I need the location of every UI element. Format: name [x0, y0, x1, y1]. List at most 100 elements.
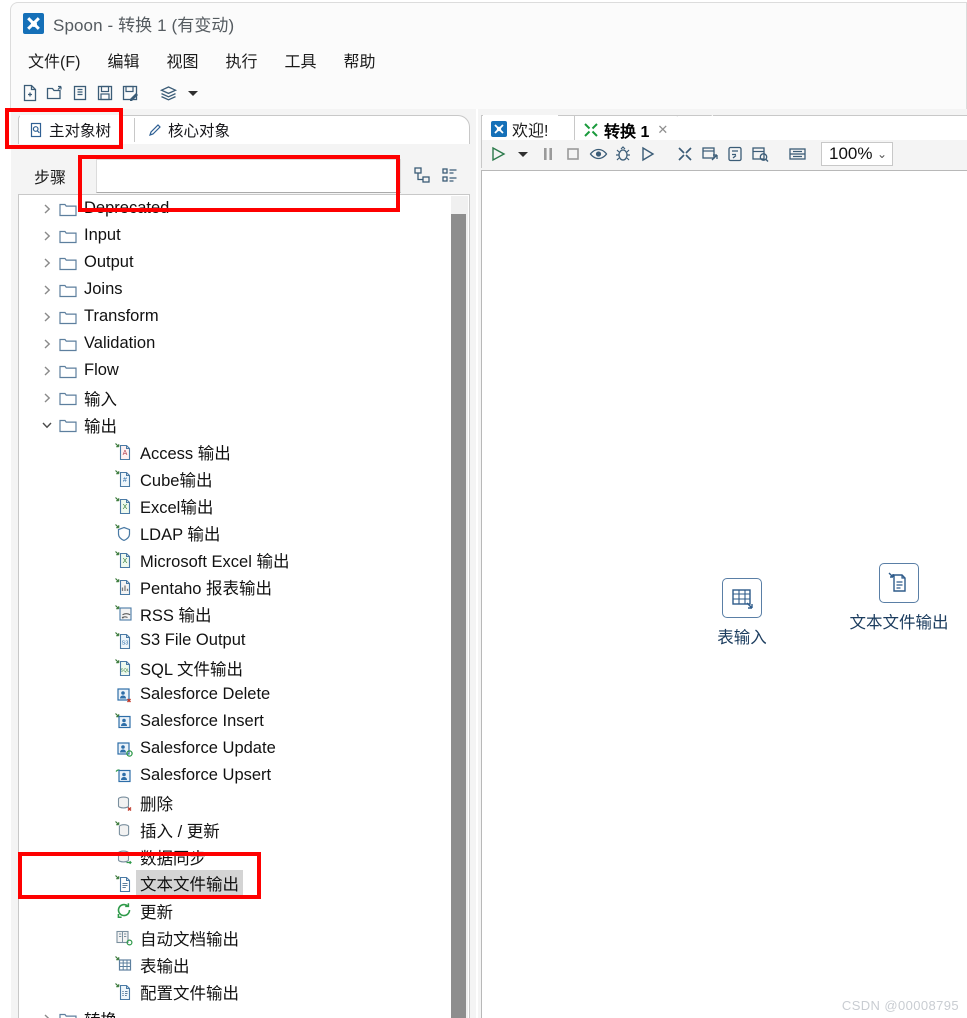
tree-item[interactable]: 表输出	[19, 951, 451, 978]
menu-view[interactable]: 视图	[166, 48, 198, 72]
steps-tree[interactable]: Deprecated Input Output Joins Transform Valid…	[18, 194, 470, 1018]
tab-transformation-1[interactable]: 转换 1 ✕	[574, 115, 679, 143]
tree-item[interactable]: 数据同步	[19, 843, 451, 870]
tree-item[interactable]: Pentaho 报表输出	[19, 573, 451, 600]
tree-item[interactable]: Flow	[19, 357, 451, 384]
chevron-down-icon[interactable]	[37, 411, 57, 438]
collapse-tree-icon[interactable]	[413, 166, 432, 185]
tree-item[interactable]: 输入	[19, 384, 451, 411]
transformation-icon[interactable]	[675, 144, 695, 164]
expand-list-icon[interactable]	[441, 166, 460, 185]
tree-item[interactable]: Output	[19, 249, 451, 276]
menu-help[interactable]: 帮助	[344, 48, 376, 72]
open-folder-icon[interactable]	[44, 82, 66, 104]
chevron-right-icon[interactable]	[37, 384, 57, 411]
chevron-right-icon[interactable]	[37, 222, 57, 249]
tree-item[interactable]: 输出	[19, 411, 451, 438]
tree-item[interactable]: Deprecated	[19, 195, 451, 222]
tree-item-label: SQL 文件输出	[140, 660, 243, 679]
dropdown-caret-icon[interactable]	[182, 82, 204, 104]
tree-header-label: 步骤	[34, 169, 67, 187]
tree-item[interactable]: X Microsoft Excel 输出	[19, 546, 451, 573]
canvas-node-text-file-output[interactable]: 文本文件输出	[834, 563, 964, 633]
replay-icon[interactable]	[638, 144, 658, 164]
tree-item[interactable]: Salesforce Delete	[19, 681, 451, 708]
tree-item[interactable]: # Cube输出	[19, 465, 451, 492]
tree-item[interactable]: A Access 输出	[19, 438, 451, 465]
search-input[interactable]	[96, 158, 401, 193]
chevron-down-icon[interactable]: ⌄	[877, 147, 887, 161]
sql-icon[interactable]	[725, 144, 745, 164]
tab-core-objects[interactable]: 核心对象	[139, 115, 241, 144]
tree-item[interactable]: Salesforce Update	[19, 735, 451, 762]
menu-bar: 文件(F) 编辑 视图 执行 工具 帮助	[10, 44, 967, 76]
salesforce-insert-icon	[113, 711, 135, 733]
tree-item[interactable]: Joins	[19, 276, 451, 303]
menu-edit[interactable]: 编辑	[107, 48, 139, 72]
preview-icon[interactable]	[588, 144, 608, 164]
tree-item[interactable]: Validation	[19, 330, 451, 357]
tree-item-label: 配置文件输出	[140, 984, 239, 1003]
save-icon[interactable]	[94, 82, 116, 104]
tree-item[interactable]: Salesforce Upsert	[19, 762, 451, 789]
transformation-canvas[interactable]: 表输入 文本文件输出 CSDN @00008795	[481, 170, 967, 1018]
svg-text:S3: S3	[122, 640, 129, 646]
tree-item[interactable]: SQL SQL 文件输出	[19, 654, 451, 681]
tree-scrollbar-thumb[interactable]	[451, 214, 466, 1018]
tab-main-object-tree-label: 主对象树	[49, 122, 112, 140]
chevron-right-icon[interactable]	[37, 276, 57, 303]
tree-item[interactable]: 删除	[19, 789, 451, 816]
tree-item[interactable]: 配置文件输出	[19, 978, 451, 1005]
tab-main-object-tree[interactable]: 主对象树	[20, 115, 123, 144]
stop-icon[interactable]	[563, 144, 583, 164]
tab-welcome[interactable]: 欢迎!	[483, 115, 559, 143]
tree-item[interactable]: 自动文档输出	[19, 924, 451, 951]
grid-icon[interactable]	[787, 144, 807, 164]
tree-item[interactable]: S3 S3 File Output	[19, 627, 451, 654]
zoom-level-select[interactable]: 100% ⌄	[821, 142, 893, 166]
chevron-right-icon[interactable]	[37, 195, 57, 222]
tree-item[interactable]: X Excel输出	[19, 492, 451, 519]
spoon-star-icon	[23, 13, 44, 34]
chevron-right-icon[interactable]	[37, 249, 57, 276]
chevron-right-icon[interactable]	[37, 303, 57, 330]
tree-scrollbar-track[interactable]	[451, 196, 468, 1018]
chevron-right-icon[interactable]	[37, 357, 57, 384]
close-icon[interactable]: ✕	[657, 122, 668, 138]
canvas-node-table-input[interactable]: 表输入	[677, 578, 807, 648]
tree-item[interactable]: Transform	[19, 303, 451, 330]
tree-item-label: RSS 输出	[140, 606, 212, 625]
database-delete-icon	[113, 792, 135, 814]
chevron-right-icon[interactable]	[37, 1005, 57, 1018]
menu-tools[interactable]: 工具	[284, 48, 316, 72]
new-file-icon[interactable]	[19, 82, 41, 104]
run-dropdown-caret-icon[interactable]	[513, 144, 533, 164]
tree-item[interactable]: 文本文件输出	[19, 870, 451, 897]
tree-item[interactable]: Salesforce Insert	[19, 708, 451, 735]
menu-file[interactable]: 文件(F)	[28, 48, 80, 72]
debug-icon[interactable]	[613, 144, 633, 164]
run-icon[interactable]	[488, 144, 508, 164]
tree-item[interactable]: LDAP 输出	[19, 519, 451, 546]
pause-icon[interactable]	[538, 144, 558, 164]
save-as-icon[interactable]	[119, 82, 141, 104]
tree-item[interactable]: Input	[19, 222, 451, 249]
tree-item[interactable]: 插入 / 更新	[19, 816, 451, 843]
export-step-icon[interactable]	[700, 144, 720, 164]
tree-item-label: Salesforce Update	[140, 739, 276, 757]
tree-item[interactable]: RSS 输出	[19, 600, 451, 627]
chevron-right-icon[interactable]	[37, 330, 57, 357]
explorer-icon[interactable]	[69, 82, 91, 104]
tree-item[interactable]: 转换	[19, 1005, 451, 1018]
layers-icon[interactable]	[157, 82, 179, 104]
tree-item-label: Salesforce Upsert	[140, 766, 272, 784]
inspect-icon[interactable]	[750, 144, 770, 164]
menu-run[interactable]: 执行	[225, 48, 257, 72]
tree-item[interactable]: 更新	[19, 897, 451, 924]
report-output-icon	[113, 576, 135, 598]
